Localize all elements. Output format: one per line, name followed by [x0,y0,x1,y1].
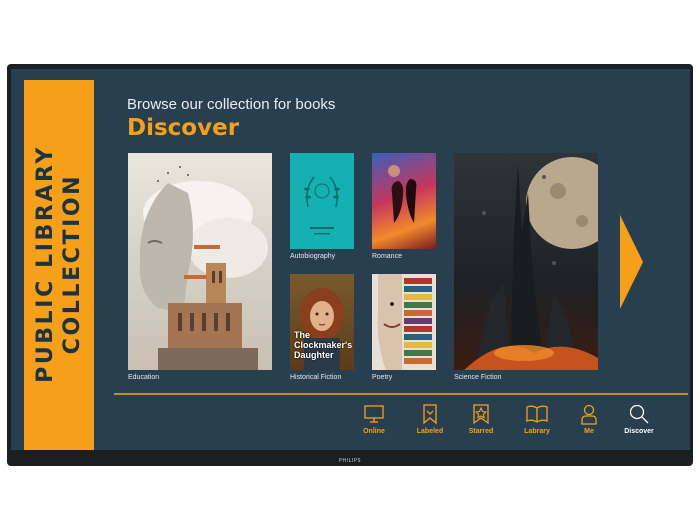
nav-label-me: Me [584,428,594,435]
nav-item-starred[interactable]: Starred [458,402,504,435]
nav-item-online[interactable]: Online [351,402,397,435]
category-label-romance[interactable]: Romance [372,253,402,260]
nav-label-starred: Starred [468,428,494,435]
bookmark-icon [423,404,437,425]
user-icon [581,404,597,425]
nav-label-discover: Discover [624,428,654,435]
page-subtitle: Browse our collection for books [127,96,336,113]
couple-silhouette-icon [388,165,417,223]
nav-label-labrary: Labrary [524,428,550,435]
category-label-autobiography[interactable]: Autobiography [290,253,335,260]
sidebar-banner: PUBLIC LIBRARY COLLECTION [24,80,94,450]
open-book-icon [526,405,548,423]
nav-label-labeled: Labeled [416,428,444,435]
nav-item-me[interactable]: Me [566,402,612,435]
education-cover[interactable] [128,153,272,370]
laurel-wreath-icon [304,176,340,235]
bottom-divider [114,393,688,395]
category-label-poetry[interactable]: Poetry [372,374,392,381]
search-icon [629,404,649,424]
historical-fiction-cover-title: The Clockmaker's Daughter [294,330,353,360]
brand-logo: PHILIPS [338,458,362,464]
tower-planet-icon [464,157,598,370]
face-books-collage-icon [377,274,432,370]
nav-item-labrary[interactable]: Labrary [514,402,560,435]
kiosk-screen: PUBLIC LIBRARY COLLECTION Browse our col… [11,69,690,450]
category-label-historical-fiction[interactable]: Historical Fiction [290,374,341,381]
category-label-science-fiction[interactable]: Science Fiction [454,374,501,381]
poetry-cover[interactable] [372,274,436,370]
page-title: Discover [127,115,240,141]
star-bookmark-icon [473,404,489,425]
monitor-icon [364,405,384,423]
nav-label-online: Online [363,428,385,435]
education-art-icon [139,166,268,370]
next-arrow-button[interactable] [620,215,643,309]
sidebar-title: PUBLIC LIBRARY COLLECTION [33,145,85,383]
historical-fiction-cover[interactable]: The Clockmaker's Daughter [290,274,354,370]
nav-item-discover[interactable]: Discover [616,402,662,435]
nav-item-labeled[interactable]: Labeled [407,402,453,435]
autobiography-cover[interactable] [290,153,354,249]
romance-cover[interactable] [372,153,436,249]
science-fiction-cover[interactable] [454,153,598,370]
category-label-education[interactable]: Education [128,374,159,381]
